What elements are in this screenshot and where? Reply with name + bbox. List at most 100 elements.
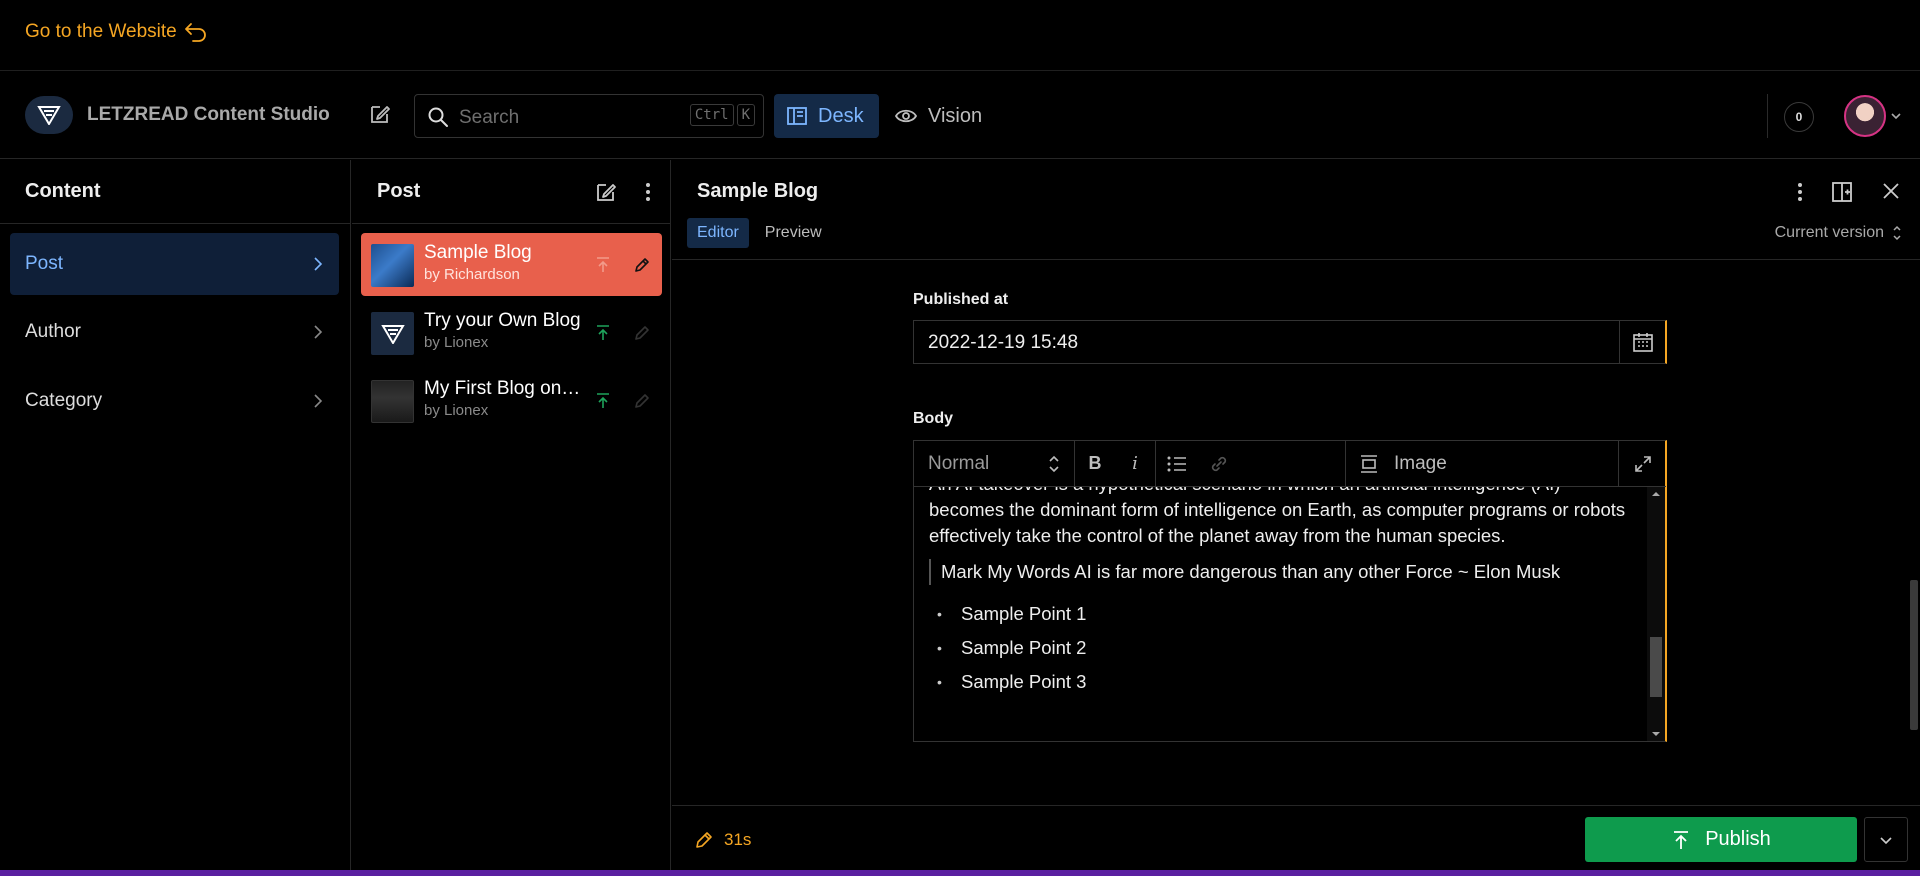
pencil-icon bbox=[633, 324, 651, 342]
post-pane-menu-button[interactable] bbox=[644, 180, 652, 204]
editor-scrollbar[interactable] bbox=[1647, 487, 1665, 741]
body-editor[interactable]: Normal B i Image becomes the dominant fo… bbox=[913, 440, 1667, 742]
editor-content[interactable]: An AI takeover is a hypothetical scenari… bbox=[914, 487, 1648, 741]
document-scrollbar[interactable] bbox=[1908, 260, 1920, 800]
published-at-value: 2022-12-19 15:48 bbox=[928, 332, 1079, 353]
expand-icon bbox=[1634, 455, 1651, 472]
edit-status[interactable]: 31s bbox=[694, 830, 751, 850]
close-pane-button[interactable] bbox=[1880, 180, 1902, 204]
scroll-up-icon bbox=[1652, 492, 1660, 496]
link-button[interactable] bbox=[1198, 441, 1240, 486]
insert-image-label: Image bbox=[1394, 452, 1447, 474]
publish-button[interactable]: Publish bbox=[1585, 817, 1857, 862]
create-post-button[interactable] bbox=[594, 180, 618, 204]
compose-icon bbox=[371, 106, 390, 123]
post-pane-header: Post bbox=[352, 160, 670, 224]
document-header-actions bbox=[1796, 180, 1902, 204]
post-item-sample-blog[interactable]: Sample Blog by Richardson bbox=[361, 233, 662, 296]
post-pane-title: Post bbox=[377, 180, 421, 202]
document-menu-button[interactable] bbox=[1796, 180, 1804, 204]
content-item-category[interactable]: Category bbox=[10, 370, 339, 432]
block-style-select[interactable]: Normal bbox=[914, 441, 1075, 486]
image-block-icon bbox=[1361, 454, 1377, 473]
document-scrollbar-thumb[interactable] bbox=[1910, 580, 1918, 730]
calendar-icon bbox=[1632, 333, 1653, 352]
studio-navbar: LETZREAD Content Studio Search Ctrl K De… bbox=[0, 71, 1920, 159]
body-bullet-list: Sample Point 1 Sample Point 2 Sample Poi… bbox=[929, 597, 1629, 699]
return-arrow-icon bbox=[183, 20, 209, 44]
insert-image-button[interactable]: Image bbox=[1346, 441, 1618, 486]
list-item: Sample Point 2 bbox=[929, 631, 1629, 665]
post-item-my-first-blog[interactable]: My First Blog on Sanity by Lionex bbox=[361, 369, 662, 432]
document-title: Sample Blog bbox=[697, 180, 819, 202]
post-title: Try your Own Blog bbox=[424, 310, 581, 331]
version-label: Current version bbox=[1774, 224, 1884, 241]
body-label: Body bbox=[913, 410, 953, 427]
link-icon bbox=[1211, 456, 1227, 471]
eye-icon bbox=[894, 105, 918, 127]
bold-button[interactable]: B bbox=[1075, 441, 1115, 486]
chevron-right-icon bbox=[313, 393, 323, 409]
go-to-website-link[interactable]: Go to the Website bbox=[25, 20, 209, 44]
close-icon bbox=[1883, 183, 1899, 199]
version-select[interactable]: Current version bbox=[1775, 224, 1902, 242]
studio-brand[interactable]: LETZREAD Content Studio bbox=[25, 96, 330, 134]
post-title: Sample Blog bbox=[424, 242, 532, 263]
italic-button[interactable]: i bbox=[1115, 441, 1155, 486]
tab-vision[interactable]: Vision bbox=[894, 94, 982, 138]
editor-toolbar: Normal B i Image bbox=[914, 441, 1666, 487]
pencil-icon bbox=[633, 256, 651, 274]
post-thumbnail bbox=[371, 244, 414, 287]
document-header: Sample Blog Editor Preview Current versi… bbox=[672, 160, 1920, 260]
bullet-list-icon bbox=[1167, 456, 1186, 471]
list-item: Sample Point 3 bbox=[929, 665, 1629, 699]
post-title: My First Blog on Sanity bbox=[424, 378, 584, 399]
pencil-icon bbox=[633, 392, 651, 410]
post-thumbnail bbox=[371, 380, 414, 423]
publish-status-icon bbox=[595, 392, 611, 410]
new-document-button[interactable] bbox=[368, 102, 392, 126]
publish-status-icon bbox=[595, 324, 611, 342]
chevron-up-down-icon bbox=[1892, 224, 1902, 242]
shortcut-key-ctrl: Ctrl bbox=[689, 104, 734, 126]
content-item-post[interactable]: Post bbox=[10, 233, 339, 295]
navbar-divider bbox=[1767, 94, 1768, 138]
content-item-author[interactable]: Author bbox=[10, 301, 339, 363]
calendar-button[interactable] bbox=[1619, 321, 1665, 363]
content-item-label: Author bbox=[25, 321, 81, 342]
document-pane: Sample Blog Editor Preview Current versi… bbox=[672, 160, 1920, 876]
post-author: by Lionex bbox=[424, 334, 489, 351]
chevron-right-icon bbox=[313, 256, 323, 272]
post-pane: Post Sample Blog by Richardson Try your … bbox=[352, 160, 671, 876]
split-pane-button[interactable] bbox=[1830, 180, 1854, 204]
desk-icon bbox=[786, 105, 808, 127]
document-actions-menu-button[interactable] bbox=[1864, 817, 1908, 862]
block-style-value: Normal bbox=[928, 453, 990, 474]
edit-status-time: 31s bbox=[724, 830, 752, 849]
search-icon bbox=[427, 106, 449, 128]
tab-desk[interactable]: Desk bbox=[774, 94, 879, 138]
content-pane-header: Content bbox=[0, 160, 350, 224]
post-author: by Lionex bbox=[424, 402, 489, 419]
top-link-bar: Go to the Website bbox=[0, 0, 1920, 71]
bullet-list-button[interactable] bbox=[1156, 441, 1198, 486]
fullscreen-button[interactable] bbox=[1619, 441, 1666, 486]
notification-counter[interactable]: 0 bbox=[1784, 102, 1814, 132]
pencil-icon bbox=[696, 832, 712, 848]
more-vertical-icon bbox=[1798, 183, 1802, 201]
chevron-up-down-icon bbox=[1048, 453, 1060, 475]
published-at-field[interactable]: 2022-12-19 15:48 bbox=[913, 320, 1667, 364]
chevron-down-icon bbox=[1880, 836, 1892, 844]
search-input[interactable]: Search Ctrl K bbox=[414, 94, 764, 138]
publish-label: Publish bbox=[1705, 828, 1771, 850]
studio-logo-icon bbox=[25, 96, 73, 134]
post-item-try-your-own-blog[interactable]: Try your Own Blog by Lionex bbox=[361, 301, 662, 364]
tab-preview[interactable]: Preview bbox=[755, 218, 832, 248]
avatar bbox=[1844, 95, 1886, 137]
content-pane-title: Content bbox=[25, 180, 101, 202]
user-menu-button[interactable] bbox=[1844, 95, 1902, 137]
editor-scrollbar-thumb[interactable] bbox=[1650, 637, 1662, 697]
chevron-right-icon bbox=[313, 324, 323, 340]
content-item-label: Post bbox=[25, 253, 64, 274]
tab-editor[interactable]: Editor bbox=[687, 218, 749, 248]
